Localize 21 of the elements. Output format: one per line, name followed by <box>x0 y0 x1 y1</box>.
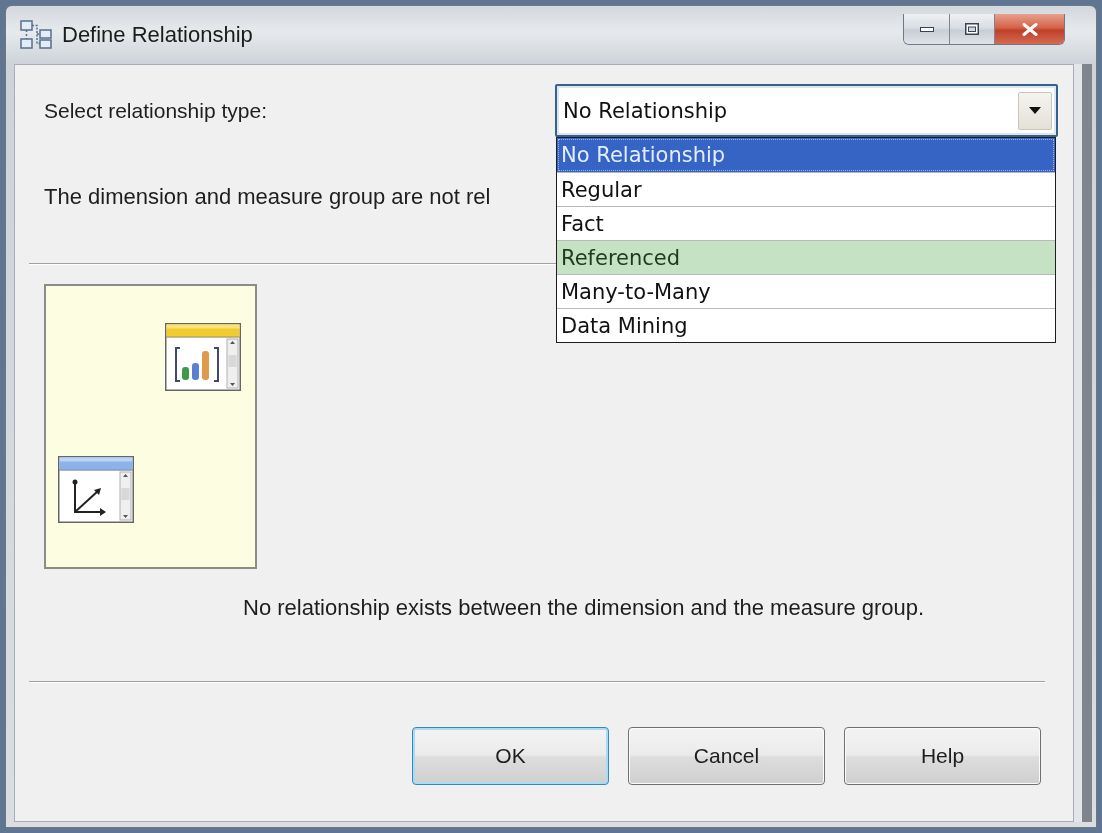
minimize-button[interactable] <box>904 14 949 44</box>
close-icon <box>1021 22 1038 36</box>
axes-window-icon <box>58 456 134 523</box>
description-text: No relationship exists between the dimension and the measure group. <box>243 595 925 621</box>
hierarchy-icon <box>20 20 52 50</box>
close-button[interactable] <box>994 14 1064 44</box>
dialog-button[interactable]: Help <box>844 727 1041 785</box>
caret-down-icon <box>1029 107 1041 114</box>
dropdown-option[interactable]: No Relationship <box>557 138 1055 172</box>
dropdown-button[interactable] <box>1018 91 1052 130</box>
maximize-button[interactable] <box>949 14 994 44</box>
relationship-type-combobox[interactable]: No Relationship <box>555 84 1058 137</box>
bar-chart-window-icon <box>165 323 241 391</box>
status-text: The dimension and measure group are not rel <box>44 184 491 210</box>
dialog-button[interactable]: OK <box>412 727 609 785</box>
dialog-button[interactable]: Cancel <box>628 727 825 785</box>
maximize-icon <box>965 23 979 35</box>
minimize-icon <box>919 26 934 32</box>
dropdown-option[interactable]: Referenced <box>557 240 1055 274</box>
window-title: Define Relationship <box>62 22 253 48</box>
relationship-type-label: Select relationship type: <box>44 98 267 123</box>
